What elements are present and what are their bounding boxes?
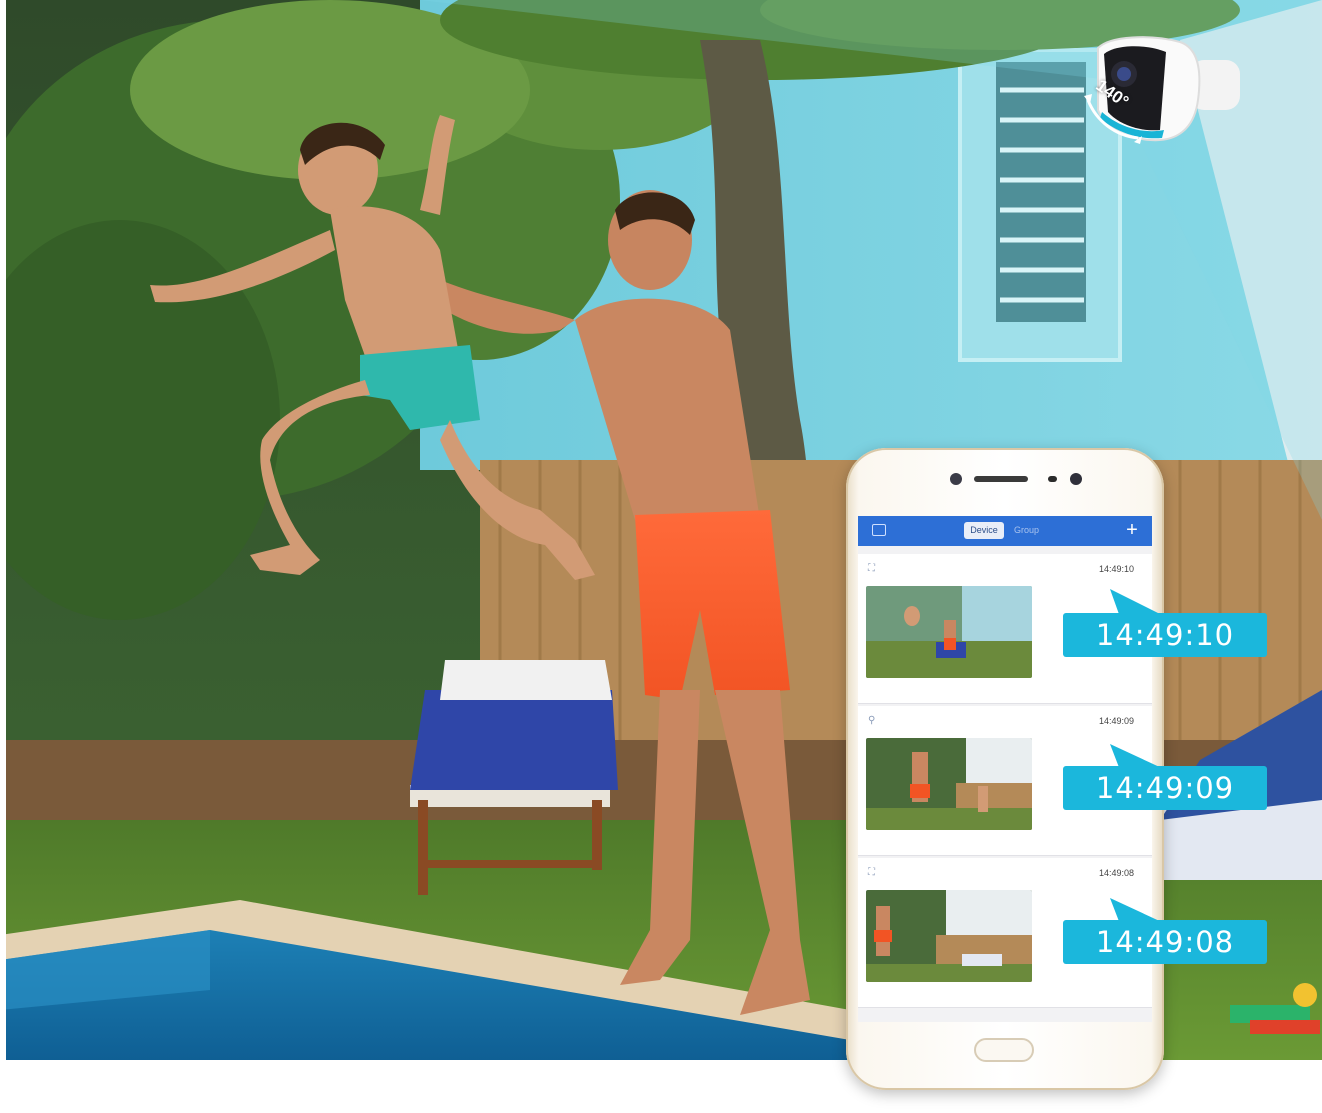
phone-front-camera-icon <box>950 473 962 485</box>
motion-icon: ⛶ <box>868 563 875 574</box>
recording-time: 14:49:08 <box>1098 868 1134 878</box>
app-header: Device Group + <box>858 516 1152 546</box>
motion-icon: ⚲ <box>868 715 876 726</box>
recording-time: 14:49:09 <box>1098 716 1134 726</box>
motion-icon: ⛶ <box>868 867 875 878</box>
timestamp-callout: 14:49:09 <box>1063 766 1267 810</box>
recording-time: 14:49:10 <box>1098 564 1134 574</box>
tab-group[interactable]: Group <box>1014 522 1039 539</box>
phone-home-button[interactable] <box>974 1038 1034 1062</box>
phone-sensor <box>1070 473 1082 485</box>
backyard-pool-scene: 140° Device Group + ⛶ 14:49:10 ⚲ 14:49:0… <box>0 0 1322 1113</box>
recording-thumbnail[interactable] <box>866 586 1032 678</box>
phone-sensor <box>1048 476 1057 482</box>
timestamp-callout: 14:49:08 <box>1063 920 1267 964</box>
recording-thumbnail[interactable] <box>866 738 1032 830</box>
tab-device[interactable]: Device <box>964 522 1004 539</box>
message-icon[interactable] <box>872 524 886 536</box>
recording-thumbnail[interactable] <box>866 890 1032 982</box>
plus-icon[interactable]: + <box>1122 520 1142 540</box>
phone-speaker <box>974 476 1028 482</box>
timestamp-callout: 14:49:10 <box>1063 613 1267 657</box>
